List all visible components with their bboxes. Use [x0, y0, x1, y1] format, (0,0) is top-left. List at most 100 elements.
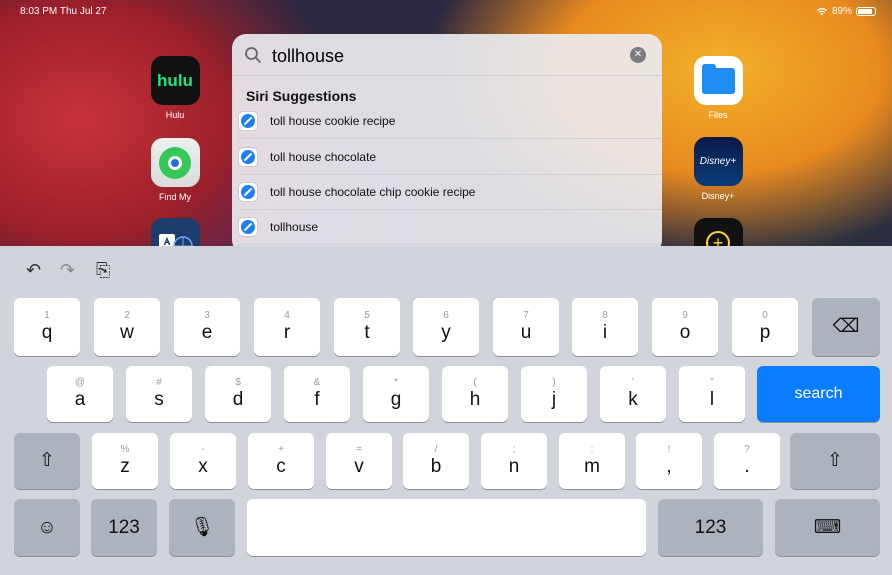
key-label: q [41, 322, 53, 343]
key-j[interactable]: ) j [521, 366, 587, 422]
key-period[interactable]: ?. [714, 433, 780, 489]
key-c[interactable]: + c [248, 433, 314, 489]
key-z[interactable]: % z [92, 433, 158, 489]
key-hint: 6 [443, 310, 449, 321]
key-p[interactable]: 0p [732, 298, 798, 356]
key-t[interactable]: 5t [334, 298, 400, 356]
suggestion-text: toll house cookie recipe [270, 114, 396, 128]
paste-button[interactable]: ⎘ [96, 260, 110, 281]
keyboard: ↶ ↷ ⎘ 1 q 2 w 3 e 4 r 5 t 6 y 7 u 8 i 9 o 0 p ⌫ @ a # s $ d & f * g(h)… [0, 246, 892, 575]
clear-icon: ✕ [633, 49, 643, 60]
search-bar: ✕ [232, 34, 662, 76]
key-label: n [508, 456, 520, 477]
key-hint: : [590, 444, 594, 455]
key-label: ⌨ [813, 516, 842, 538]
shift-key-right[interactable]: ⇧ [790, 433, 880, 489]
key-hint: $ [235, 377, 241, 388]
key-b[interactable]: / b [403, 433, 469, 489]
suggestion-item[interactable]: toll house cookie recipe [238, 104, 662, 139]
key-m[interactable]: :m [559, 433, 625, 489]
key-s[interactable]: # s [126, 366, 192, 422]
key-label: p [759, 322, 771, 343]
key-hint: @ [74, 377, 86, 388]
key-hint: * [394, 377, 398, 388]
key-hint: ! [667, 444, 671, 455]
key-w[interactable]: 2w [94, 298, 160, 356]
hide-keyboard-key[interactable]: ⌨ [775, 499, 880, 556]
key-h[interactable]: (h [442, 366, 508, 422]
spotlight-panel: ✕ Siri Suggestions toll house cookie rec… [232, 34, 662, 254]
app-find-my[interactable]: Find My [145, 138, 205, 202]
key-hint: 7 [523, 310, 529, 321]
key-comma[interactable]: !, [636, 433, 702, 489]
disney-plus-icon: Disney+ [693, 137, 743, 186]
find-my-icon [150, 138, 200, 187]
key-u[interactable]: 7u [493, 298, 559, 356]
key-e[interactable]: 3e [174, 298, 240, 356]
key-label: ⌫ [832, 316, 860, 337]
numbers-key-right[interactable]: 123 [658, 499, 763, 556]
key-hint: ; [512, 444, 516, 455]
key-i[interactable]: 8i [572, 298, 638, 356]
key-label: l [709, 389, 715, 410]
key-n[interactable]: ; n [481, 433, 547, 489]
key-a[interactable]: @ a [47, 366, 113, 422]
undo-button[interactable]: ↶ [26, 260, 41, 281]
key-label: k [628, 389, 638, 410]
key-label: search [794, 385, 843, 402]
key-hint: - [201, 444, 205, 455]
shift-key-left[interactable]: ⇧ [14, 433, 80, 489]
key-label: m [584, 456, 600, 477]
key-f[interactable]: & f [284, 366, 350, 422]
key-label: b [430, 456, 442, 477]
key-d[interactable]: $ d [205, 366, 271, 422]
safari-icon [238, 147, 258, 167]
key-label: x [198, 456, 208, 477]
key-r[interactable]: 4r [254, 298, 320, 356]
hulu-logo: hulu [157, 70, 193, 90]
key-hint: # [156, 377, 162, 388]
key-o[interactable]: 9o [652, 298, 718, 356]
key-hint: 1 [44, 310, 50, 321]
search-input[interactable] [272, 43, 612, 69]
status-indicators: 89% [816, 6, 876, 17]
key-g[interactable]: * g [363, 366, 429, 422]
key-x[interactable]: -x [170, 433, 236, 489]
app-label: Disney+ [701, 191, 735, 201]
redo-button[interactable]: ↷ [60, 260, 75, 281]
key-k[interactable]: ' k [600, 366, 666, 422]
dictation-key[interactable]: 🎙 [169, 499, 235, 556]
key-y[interactable]: 6y [413, 298, 479, 356]
key-hint: 2 [124, 310, 130, 321]
key-q[interactable]: 1q [14, 298, 80, 356]
status-time: 8:03 PM Thu Jul 27 [20, 6, 107, 17]
hulu-icon: hulu [150, 56, 200, 105]
battery-percent: 89% [831, 6, 852, 17]
suggestion-item[interactable]: tollhouse [238, 210, 662, 245]
search-key[interactable]: search [757, 366, 880, 422]
key-hint: % [120, 444, 130, 455]
suggestion-item[interactable]: toll house chocolate chip cookie recipe [238, 175, 662, 210]
key-label: z [120, 456, 130, 477]
key-label: . [744, 456, 750, 477]
key-hint: ( [473, 377, 477, 388]
key-hint: 0 [762, 310, 768, 321]
clear-search-button[interactable]: ✕ [630, 47, 646, 63]
search-icon [245, 47, 261, 63]
app-hulu[interactable]: hulu Hulu [145, 56, 205, 120]
key-label: y [441, 322, 451, 343]
key-l[interactable]: " l [679, 366, 745, 422]
key-label: w [120, 322, 134, 343]
numbers-key-left[interactable]: 123 [91, 499, 157, 556]
emoji-key[interactable]: ☺ [14, 499, 80, 556]
delete-key[interactable]: ⌫ [812, 298, 880, 356]
app-disney-plus[interactable]: Disney+ Disney+ [688, 137, 748, 201]
key-hint: ) [552, 377, 556, 388]
key-v[interactable]: = v [326, 433, 392, 489]
suggestion-item[interactable]: toll house chocolate [238, 140, 662, 175]
keyboard-toolbar: ↶ ↷ ⎘ [0, 246, 892, 291]
siri-suggestions-title: Siri Suggestions [246, 88, 357, 104]
space-key[interactable] [247, 499, 646, 556]
app-files[interactable]: Files [688, 56, 748, 120]
key-label: a [74, 389, 86, 410]
